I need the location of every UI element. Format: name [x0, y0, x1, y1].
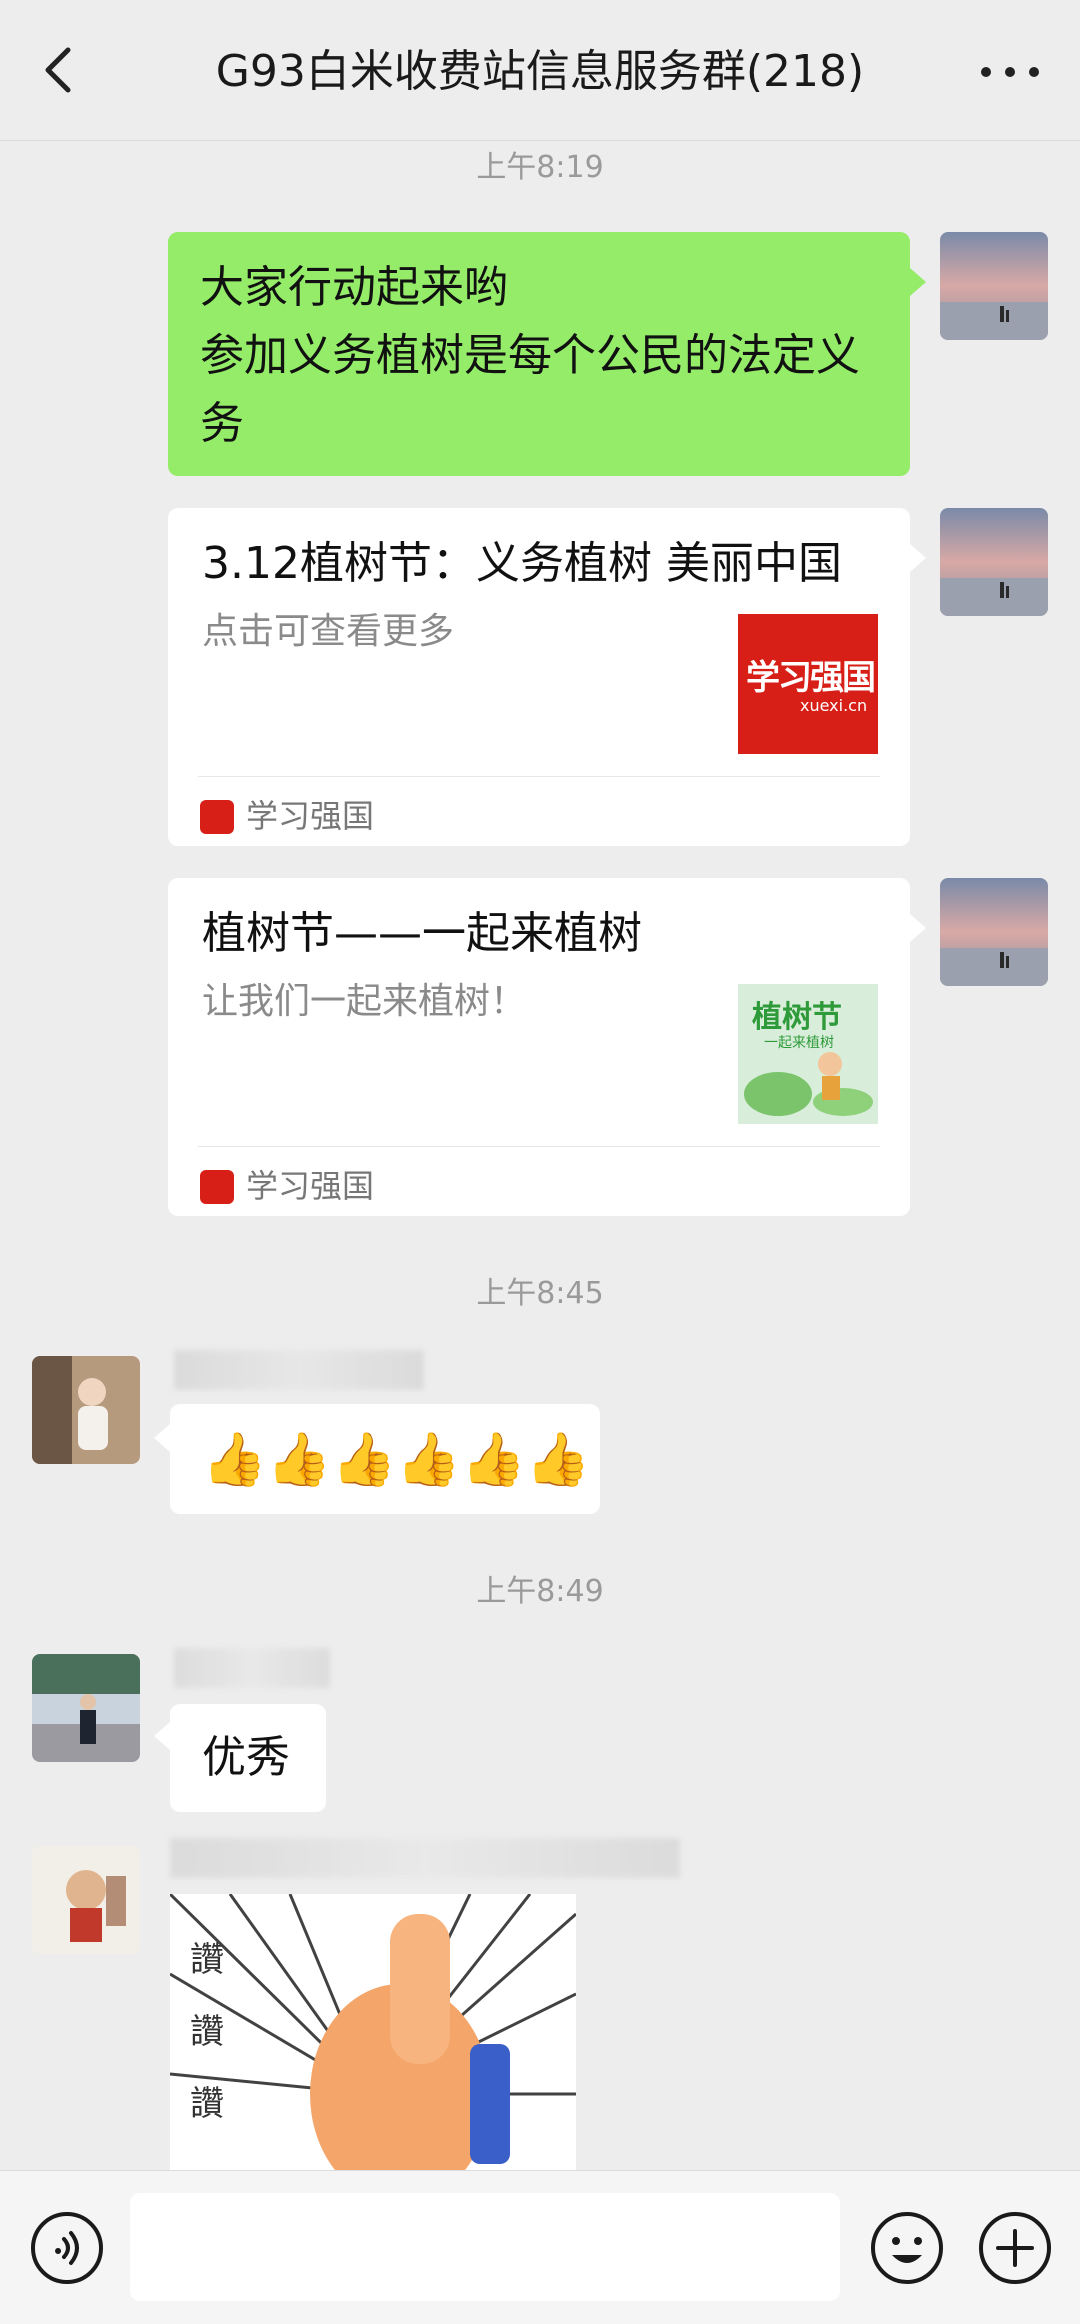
voice-icon	[31, 2212, 103, 2284]
card-description: 点击可查看更多	[202, 611, 455, 652]
card-thumbnail: 植树节 一起来植树	[738, 984, 878, 1124]
member-avatar[interactable]	[32, 1356, 140, 1464]
sunset-beach-avatar-image	[940, 878, 1048, 986]
emoji-icon	[871, 2212, 943, 2284]
chat-header: G93白米收费站信息服务群(218)	[0, 0, 1080, 141]
xuexi-app-icon	[200, 1170, 234, 1204]
child-photo-avatar-image	[32, 1356, 140, 1464]
blurred-sender-name	[174, 1648, 330, 1688]
link-card[interactable]: 植树节——一起来植树 让我们一起来植树！ 植树节 一起来植树 学习强国	[168, 878, 910, 1216]
sent-text-bubble[interactable]: 大家行动起来哟 参加义务植树是每个公民的法定义 务	[168, 232, 910, 476]
thumbs-up-sticker[interactable]: 讚 讚 讚	[170, 1894, 576, 2170]
received-bubble[interactable]: 👍👍👍👍👍👍	[170, 1404, 600, 1514]
back-button[interactable]	[30, 40, 90, 100]
timestamp: 上午8:45	[476, 1276, 604, 1311]
message-text-line: 务	[200, 398, 244, 449]
bubble-tail	[154, 1722, 170, 1750]
my-avatar[interactable]	[940, 878, 1048, 986]
cartoon-avatar-image	[32, 1846, 140, 1954]
chevron-left-icon	[45, 47, 71, 93]
divider	[198, 1146, 880, 1147]
thumbnail-subtitle: 一起来植树	[764, 1035, 834, 1051]
card-description: 让我们一起来植树！	[202, 981, 527, 1022]
emoji-button[interactable]	[868, 2209, 946, 2287]
man-street-avatar-image	[32, 1654, 140, 1762]
card-source: 学习强国	[246, 1167, 375, 1205]
received-bubble[interactable]: 优秀	[170, 1704, 326, 1812]
message-input[interactable]	[130, 2193, 840, 2301]
message-text-line: 大家行动起来哟	[200, 262, 508, 313]
my-avatar[interactable]	[940, 232, 1048, 340]
bubble-tail	[910, 914, 926, 942]
timestamp: 上午8:19	[476, 150, 604, 185]
card-source: 学习强国	[246, 797, 375, 835]
divider	[198, 776, 880, 777]
sticker-caption: 讚 讚 讚	[190, 1940, 224, 2124]
sunset-beach-avatar-image	[940, 232, 1048, 340]
plus-icon	[979, 2212, 1051, 2284]
member-avatar[interactable]	[32, 1654, 140, 1762]
card-thumbnail: 学习强国 xuexi.cn	[738, 614, 878, 754]
card-title: 植树节——一起来植树	[202, 908, 642, 959]
member-avatar[interactable]	[32, 1846, 140, 1954]
message-text: 优秀	[202, 1732, 290, 1783]
bubble-tail	[154, 1424, 170, 1452]
blurred-sender-name	[170, 1838, 680, 1878]
link-card[interactable]: 3.12植树节：义务植树 美丽中国 点击可查看更多 学习强国 xuexi.cn …	[168, 508, 910, 846]
chat-title: G93白米收费站信息服务群(218)	[215, 46, 865, 97]
input-bar	[0, 2170, 1080, 2324]
xuexi-logo-text: 学习强国	[746, 658, 876, 698]
bubble-tail	[910, 268, 926, 296]
my-avatar[interactable]	[940, 508, 1048, 616]
more-functions-button[interactable]	[976, 2209, 1054, 2287]
bubble-tail	[910, 544, 926, 572]
timestamp: 上午8:49	[476, 1574, 604, 1609]
xuexi-app-icon	[200, 800, 234, 834]
card-title: 3.12植树节：义务植树 美丽中国	[202, 538, 842, 589]
more-button[interactable]	[970, 40, 1050, 100]
more-dots-icon	[981, 67, 1039, 77]
xuexi-logo-url: xuexi.cn	[800, 696, 868, 715]
message-text-line: 参加义务植树是每个公民的法定义	[200, 330, 860, 381]
thumbs-up-sticker-image	[170, 1894, 576, 2170]
blurred-sender-name	[174, 1350, 424, 1390]
voice-button[interactable]	[28, 2209, 106, 2287]
sunset-beach-avatar-image	[940, 508, 1048, 616]
thumbs-up-emojis: 👍👍👍👍👍👍	[202, 1430, 591, 1490]
thumbnail-title: 植树节	[752, 1000, 842, 1035]
